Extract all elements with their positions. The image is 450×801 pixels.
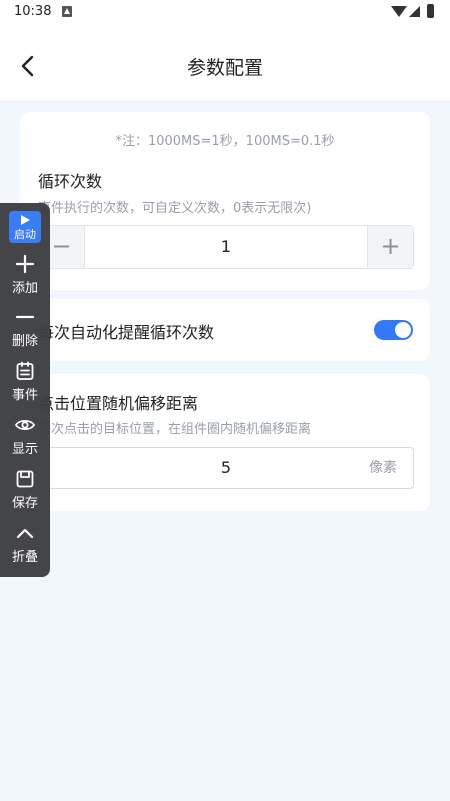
add-button[interactable]: 添加 — [0, 253, 50, 296]
plus-icon — [15, 254, 35, 274]
offset-input[interactable]: 5 像素 — [38, 447, 414, 489]
play-icon: 启动 — [9, 211, 41, 243]
events-label: 事件 — [11, 388, 38, 403]
minus-icon — [15, 315, 35, 319]
eye-icon — [14, 419, 36, 431]
remind-loop-label: 每次自动化提醒循环次数 — [38, 323, 215, 342]
battery-icon — [427, 4, 434, 18]
status-time: 10:38 — [14, 4, 52, 19]
remind-loop-toggle[interactable] — [374, 320, 413, 340]
show-label: 显示 — [11, 442, 38, 457]
notification-icon — [62, 6, 72, 17]
events-button[interactable]: 事件 — [0, 360, 50, 403]
loop-card: *注：1000MS=1秒，100MS=0.1秒 循环次数 事件执行的次数，可自定… — [20, 112, 430, 290]
collapse-button[interactable]: 折叠 — [0, 522, 50, 565]
offset-unit: 像素 — [369, 460, 397, 476]
add-label: 添加 — [11, 281, 38, 296]
save-icon — [16, 470, 34, 488]
app-header: 参数配置 — [0, 24, 450, 100]
save-button[interactable]: 保存 — [0, 468, 50, 511]
remind-card: 每次自动化提醒循环次数 — [20, 299, 430, 361]
time-unit-note: *注：1000MS=1秒，100MS=0.1秒 — [115, 134, 335, 149]
loop-count-stepper: − 1 + — [38, 225, 414, 269]
increment-button[interactable]: + — [367, 226, 413, 268]
loop-count-desc: 事件执行的次数，可自定义次数，0表示无限次) — [38, 201, 312, 216]
offset-value: 5 — [220, 458, 232, 477]
offset-card: 点击位置随机偏移距离 每次点击的目标位置，在组件圈内随机偏移距离 5 像素 — [20, 374, 430, 511]
collapse-label: 折叠 — [11, 550, 38, 565]
chevron-up-icon — [16, 528, 34, 539]
start-button[interactable]: 启动 — [0, 211, 50, 243]
loop-count-value[interactable]: 1 — [85, 226, 367, 268]
save-label: 保存 — [11, 496, 38, 511]
offset-label: 点击位置随机偏移距离 — [38, 394, 199, 413]
signal-icon — [409, 6, 420, 17]
delete-label: 删除 — [11, 334, 38, 349]
calendar-icon — [16, 361, 34, 380]
toggle-knob — [395, 322, 411, 338]
page-title: 参数配置 — [186, 57, 263, 79]
loop-count-label: 循环次数 — [38, 172, 103, 191]
offset-desc: 每次点击的目标位置，在组件圈内随机偏移距离 — [38, 422, 312, 437]
show-button[interactable]: 显示 — [0, 414, 50, 457]
status-bar: 10:38 — [0, 0, 450, 24]
delete-button[interactable]: 删除 — [0, 306, 50, 349]
floating-toolbar: 启动 添加 删除 事件 显示 保存 折叠 — [0, 203, 50, 577]
start-label: 启动 — [14, 228, 36, 241]
wifi-icon — [391, 6, 407, 17]
